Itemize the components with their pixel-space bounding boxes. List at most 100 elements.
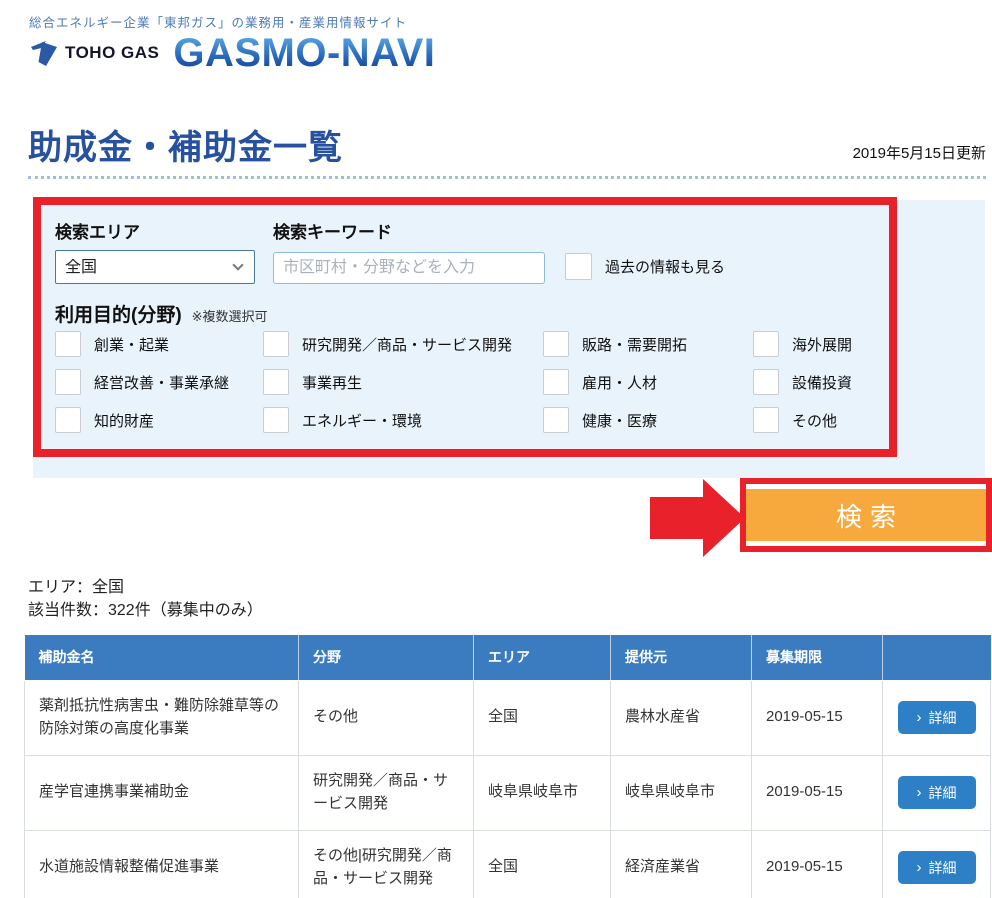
site-name: GASMO-NAVI — [173, 33, 435, 73]
category-label: 販路・需要開拓 — [582, 334, 687, 355]
cell-provider: 岐阜県岐阜市 — [611, 755, 752, 830]
category-label: 雇用・人材 — [582, 372, 657, 393]
category-checkbox[interactable] — [543, 369, 569, 395]
detail-button-label: 詳細 — [929, 783, 957, 803]
page: 総合エネルギー企業「東邦ガス」の業務用・産業用情報サイト TOHO GAS GA… — [0, 0, 992, 898]
cell-category: その他 — [299, 680, 474, 755]
category-label: 事業再生 — [302, 372, 362, 393]
table-row: 水道施設情報整備促進事業 その他|研究開発／商品・サービス開発 全国 経済産業省… — [25, 830, 991, 898]
site-tagline: 総合エネルギー企業「東邦ガス」の業務用・産業用情報サイト — [29, 12, 407, 31]
detail-button[interactable]: › 詳細 — [898, 776, 976, 809]
cell-area: 全国 — [474, 680, 611, 755]
search-panel: 検索エリア 全国 検索キーワード 過去の情報も見る 利用目的(分野) ※複数選択… — [33, 200, 985, 478]
category-option[interactable]: 雇用・人材 — [543, 369, 753, 395]
category-option[interactable]: エネルギー・環境 — [263, 407, 543, 433]
category-option[interactable]: 経営改善・事業承継 — [55, 369, 263, 395]
category-checkbox[interactable] — [263, 331, 289, 357]
cell-detail: › 詳細 — [883, 830, 991, 898]
category-option[interactable]: 知的財産 — [55, 407, 263, 433]
table-row: 産学官連携事業補助金 研究開発／商品・サービス開発 岐阜県岐阜市 岐阜県岐阜市 … — [25, 755, 991, 830]
category-label: エネルギー・環境 — [302, 410, 422, 431]
category-label: 健康・医療 — [582, 410, 657, 431]
category-checkbox[interactable] — [55, 407, 81, 433]
category-checkbox[interactable] — [263, 407, 289, 433]
toho-gas-logo-text: TOHO GAS — [65, 43, 159, 63]
category-label: 設備投資 — [792, 372, 852, 393]
search-area-label: 検索エリア — [55, 218, 140, 243]
cell-detail: › 詳細 — [883, 680, 991, 755]
detail-button-label: 詳細 — [929, 708, 957, 728]
search-keyword-input[interactable] — [273, 252, 545, 284]
category-checkbox[interactable] — [753, 369, 779, 395]
search-button[interactable]: 検索 — [746, 489, 986, 541]
category-label: 経営改善・事業承継 — [94, 372, 229, 393]
past-info-label: 過去の情報も見る — [605, 256, 725, 277]
cell-area: 岐阜県岐阜市 — [474, 755, 611, 830]
category-option[interactable]: 研究開発／商品・サービス開発 — [263, 331, 543, 357]
cell-deadline: 2019-05-15 — [752, 830, 883, 898]
category-label: 海外展開 — [792, 334, 852, 355]
detail-button-label: 詳細 — [929, 858, 957, 878]
category-checkbox[interactable] — [55, 369, 81, 395]
cell-name: 産学官連携事業補助金 — [25, 755, 299, 830]
category-option[interactable]: 設備投資 — [753, 369, 933, 395]
chevron-right-icon: › — [917, 860, 922, 875]
category-label: 研究開発／商品・サービス開発 — [302, 334, 512, 355]
cell-name: 薬剤抵抗性病害虫・難防除雑草等の防除対策の高度化事業 — [25, 680, 299, 755]
category-label: その他 — [792, 410, 837, 431]
cell-provider: 経済産業省 — [611, 830, 752, 898]
detail-button[interactable]: › 詳細 — [898, 851, 976, 884]
highlight-arrow-icon — [650, 497, 705, 539]
category-option[interactable]: その他 — [753, 407, 933, 433]
category-checkbox[interactable] — [753, 331, 779, 357]
detail-button[interactable]: › 詳細 — [898, 701, 976, 734]
highlight-arrow-icon — [703, 479, 745, 557]
cell-provider: 農林水産省 — [611, 680, 752, 755]
chevron-right-icon: › — [917, 710, 922, 725]
cell-category: その他|研究開発／商品・サービス開発 — [299, 830, 474, 898]
category-checkbox-grid: 創業・起業 研究開発／商品・サービス開発 販路・需要開拓 海外展開 経営改善・事… — [55, 331, 933, 433]
cell-category: 研究開発／商品・サービス開発 — [299, 755, 474, 830]
search-area-select[interactable]: 全国 — [55, 250, 255, 284]
category-checkbox[interactable] — [753, 407, 779, 433]
past-info-checkbox[interactable] — [565, 253, 592, 280]
cell-detail: › 詳細 — [883, 755, 991, 830]
title-divider — [28, 176, 986, 179]
category-label: 創業・起業 — [94, 334, 169, 355]
cell-deadline: 2019-05-15 — [752, 755, 883, 830]
page-title: 助成金・補助金一覧 — [28, 120, 343, 169]
category-option[interactable]: 販路・需要開拓 — [543, 331, 753, 357]
updated-date: 2019年5月15日更新 — [853, 142, 986, 163]
col-header-detail — [883, 635, 991, 680]
col-header-deadline: 募集期限 — [752, 635, 883, 680]
search-keyword-label: 検索キーワード — [273, 218, 392, 243]
category-option[interactable]: 創業・起業 — [55, 331, 263, 357]
category-option[interactable]: 事業再生 — [263, 369, 543, 395]
result-area-text: エリア：全国 — [28, 576, 263, 599]
category-option[interactable]: 海外展開 — [753, 331, 933, 357]
category-checkbox[interactable] — [543, 407, 569, 433]
result-summary: エリア：全国 該当件数：322件（募集中のみ） — [28, 576, 263, 622]
cell-name: 水道施設情報整備促進事業 — [25, 830, 299, 898]
past-info-option[interactable]: 過去の情報も見る — [565, 253, 725, 280]
col-header-name: 補助金名 — [25, 635, 299, 680]
toho-gas-logo-icon — [29, 38, 59, 68]
cell-deadline: 2019-05-15 — [752, 680, 883, 755]
category-option[interactable]: 健康・医療 — [543, 407, 753, 433]
grants-table: 補助金名 分野 エリア 提供元 募集期限 薬剤抵抗性病害虫・難防除雑草等の防除対… — [24, 635, 991, 898]
purpose-note: ※複数選択可 — [192, 306, 268, 325]
category-checkbox[interactable] — [543, 331, 569, 357]
category-checkbox[interactable] — [263, 369, 289, 395]
search-button-highlight: 検索 — [740, 478, 992, 552]
cell-area: 全国 — [474, 830, 611, 898]
col-header-category: 分野 — [299, 635, 474, 680]
col-header-provider: 提供元 — [611, 635, 752, 680]
site-logo[interactable]: TOHO GAS GASMO-NAVI — [29, 33, 435, 73]
table-header-row: 補助金名 分野 エリア 提供元 募集期限 — [25, 635, 991, 680]
chevron-right-icon: › — [917, 785, 922, 800]
purpose-label: 利用目的(分野) — [55, 300, 182, 327]
category-checkbox[interactable] — [55, 331, 81, 357]
result-count-text: 該当件数：322件（募集中のみ） — [28, 599, 263, 622]
category-label: 知的財産 — [94, 410, 154, 431]
table-row: 薬剤抵抗性病害虫・難防除雑草等の防除対策の高度化事業 その他 全国 農林水産省 … — [25, 680, 991, 755]
